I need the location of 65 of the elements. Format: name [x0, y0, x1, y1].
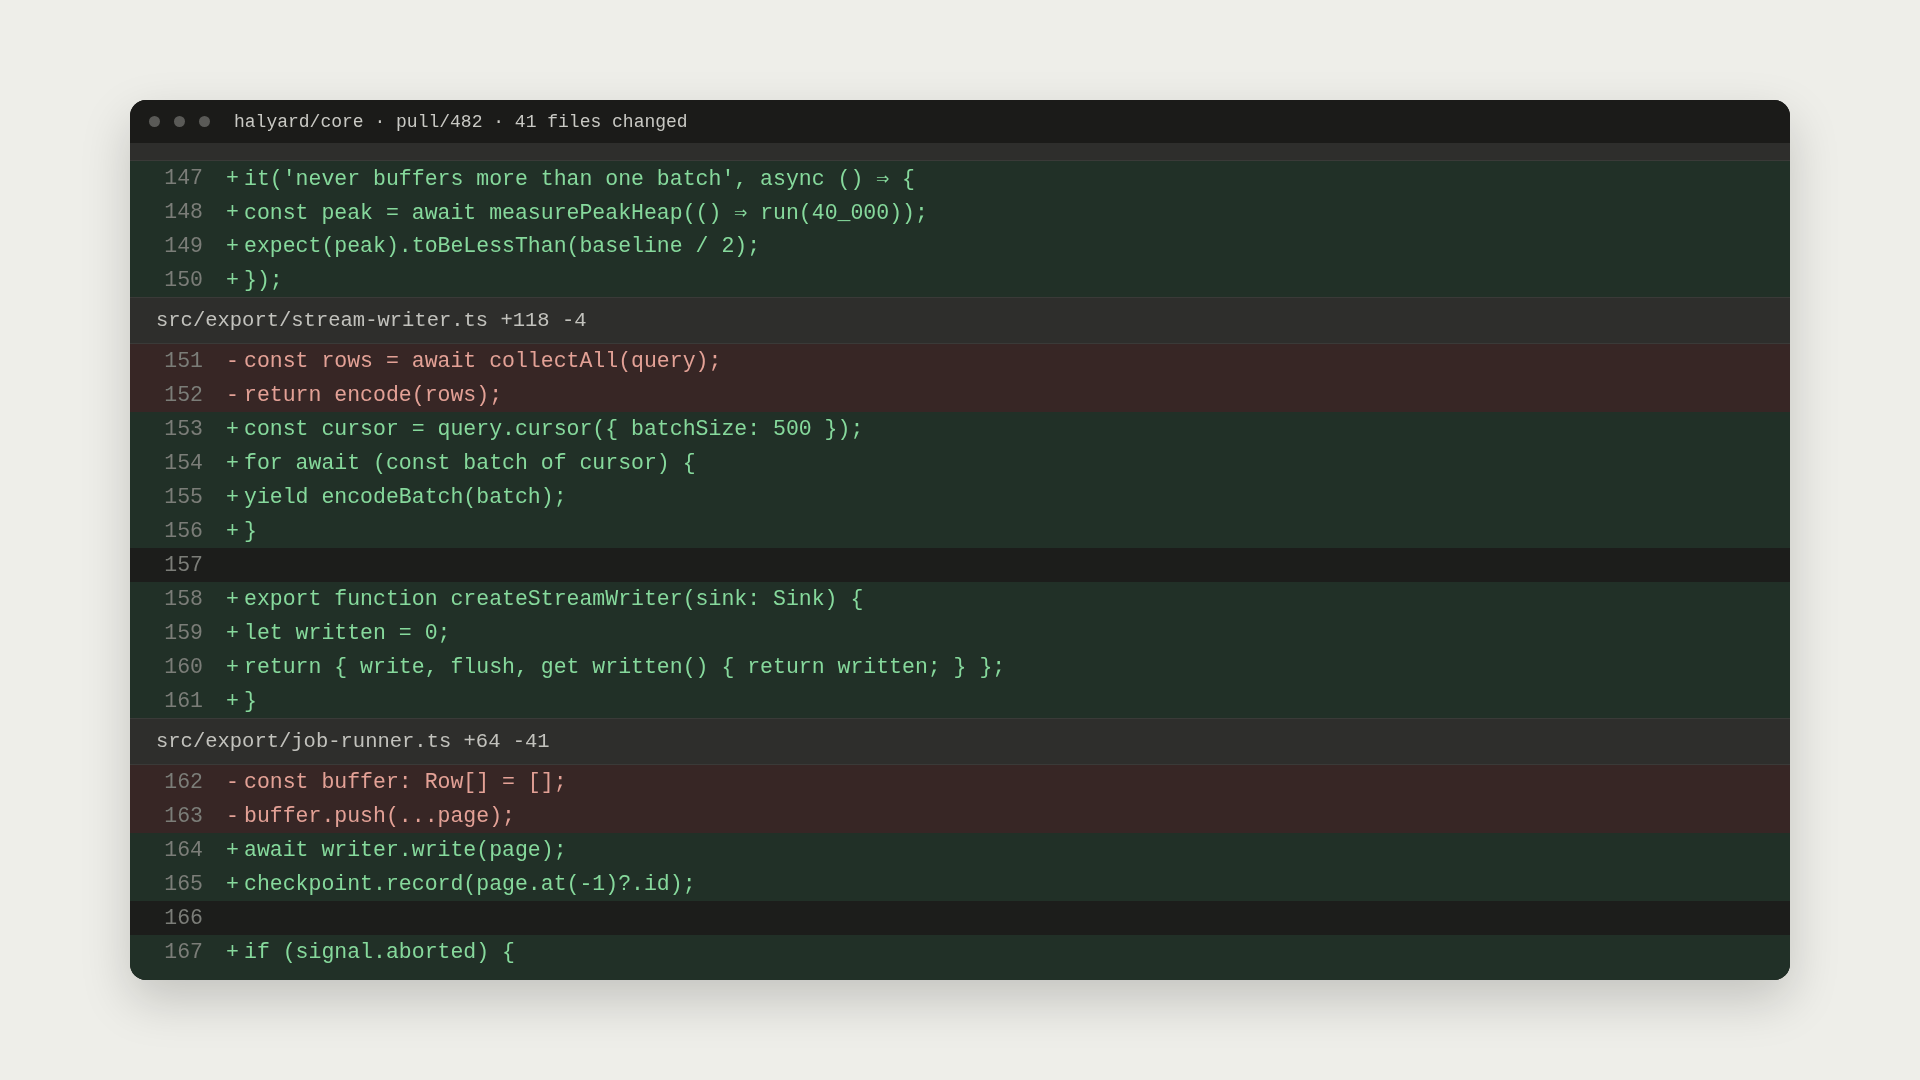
- window-title: halyard/core · pull/482 · 41 files changed: [234, 111, 688, 132]
- line-number: 160: [163, 655, 203, 679]
- diff-sign: +: [226, 621, 240, 645]
- code-line: await writer.write(page);: [244, 838, 567, 862]
- window-dot-icon[interactable]: [199, 116, 210, 127]
- code-line: const buffer: Row[] = [];: [244, 770, 567, 794]
- line-number: 153: [163, 417, 203, 441]
- code-line: buffer.push(...page);: [244, 804, 515, 828]
- line-number: 148: [163, 200, 203, 224]
- code-line: for await (const batch of cursor) {: [244, 451, 696, 475]
- code-line: if (signal.aborted) {: [244, 940, 515, 964]
- diff-sign: +: [226, 689, 240, 713]
- line-number: 166: [163, 906, 203, 930]
- diff-sign: +: [226, 655, 240, 679]
- diff-sign: +: [226, 417, 240, 441]
- code-line: const peak = await measurePeakHeap(() ⇒ run(40_000));: [244, 200, 928, 225]
- code-line: it('never buffers more than one batch', async () ⇒ {: [244, 166, 915, 191]
- diff-sign: +: [226, 838, 240, 862]
- line-number: 159: [163, 621, 203, 645]
- line-number: 161: [163, 689, 203, 713]
- line-number: 158: [163, 587, 203, 611]
- code-line: yield encodeBatch(batch);: [244, 485, 567, 509]
- diff-sign: +: [226, 587, 240, 611]
- line-number: 164: [163, 838, 203, 862]
- code-line: const rows = await collectAll(query);: [244, 349, 722, 373]
- diff-sign: -: [226, 804, 240, 828]
- diff-sign: -: [226, 349, 240, 373]
- line-number: 149: [163, 234, 203, 258]
- line-number: 147: [163, 166, 203, 190]
- window-dot-icon[interactable]: [149, 116, 160, 127]
- code-line: const cursor = query.cursor({ batchSize: 500 });: [244, 417, 864, 441]
- code-line: checkpoint.record(page.at(-1)?.id);: [244, 872, 696, 896]
- code-line: });: [244, 268, 283, 292]
- code-line: }: [244, 689, 257, 713]
- diff-sign: -: [226, 770, 240, 794]
- line-number: 165: [163, 872, 203, 896]
- line-number: 151: [163, 349, 203, 373]
- line-number: 154: [163, 451, 203, 475]
- code-line: expect(peak).toBeLessThan(baseline / 2);: [244, 234, 761, 258]
- file-path[interactable]: src/export/job-runner.ts +64 -41: [156, 730, 550, 753]
- code-line: let written = 0;: [244, 621, 451, 645]
- line-number: 152: [163, 383, 203, 407]
- diff-sign: -: [226, 383, 240, 407]
- diff-sign: +: [226, 268, 240, 292]
- diff-sign: +: [226, 940, 240, 964]
- line-number: 162: [163, 770, 203, 794]
- code-line: }: [244, 519, 257, 543]
- line-number: 156: [163, 519, 203, 543]
- diff-sign: +: [226, 872, 240, 896]
- diff-sign: +: [226, 451, 240, 475]
- window-dot-icon[interactable]: [174, 116, 185, 127]
- file-path[interactable]: src/export/stream-writer.ts +118 -4: [156, 309, 587, 332]
- code-line: return { write, flush, get written() { return written; } };: [244, 655, 1006, 679]
- line-number: 167: [163, 940, 203, 964]
- code-line: return encode(rows);: [244, 383, 503, 407]
- diff-sign: +: [226, 200, 240, 224]
- line-number: 163: [163, 804, 203, 828]
- line-number: 157: [163, 553, 203, 577]
- code-line: export function createStreamWriter(sink: Sink) {: [244, 587, 864, 611]
- diff-sign: +: [226, 519, 240, 543]
- line-number: 150: [163, 268, 203, 292]
- line-number: 155: [163, 485, 203, 509]
- diff-sign: +: [226, 485, 240, 509]
- diff-sign: +: [226, 166, 240, 190]
- diff-sign: +: [226, 234, 240, 258]
